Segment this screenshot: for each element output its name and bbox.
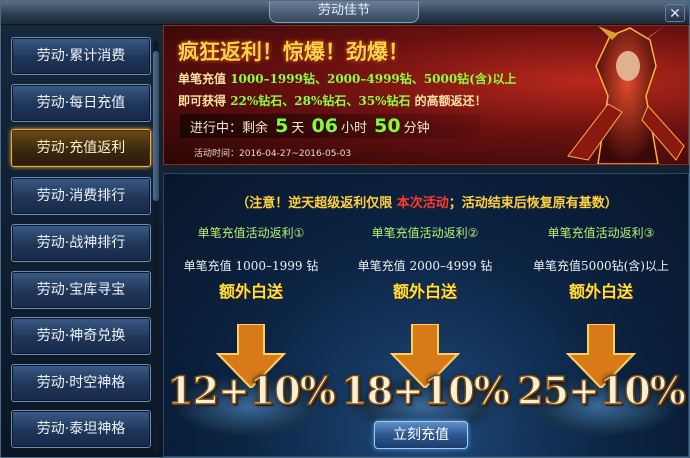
close-icon[interactable]: ✕ (665, 4, 685, 22)
countdown-hours: 06 (311, 115, 338, 137)
event-window: 劳动佳节 ✕ 劳动·累计消费 劳动·每日充值 劳动·充值返利 劳动·消费排行 劳… (0, 0, 690, 458)
tier-desc: 单笔充值 2000–4999 钻 (357, 259, 493, 273)
countdown-hours-unit: 小时 (341, 121, 368, 136)
sidebar-scroll-thumb[interactable] (153, 51, 159, 201)
tier-title: 单笔充值活动返利③ (547, 226, 655, 240)
tier-extra: 额外白送 (568, 282, 633, 301)
sidebar-scrollbar[interactable] (153, 41, 159, 453)
event-date: 活动时间：2016-04-27~2016-05-03 (194, 149, 352, 159)
tier-extra: 额外白送 (392, 282, 457, 301)
tier-2: 单笔充值活动返利② 单笔充值 2000–4999 钻 额外白送 18+10% (340, 224, 511, 436)
countdown-minutes: 50 (374, 115, 401, 137)
countdown-prefix: 进行中：剩余 (190, 121, 269, 136)
window-title: 劳动佳节 (269, 1, 419, 23)
sidebar-item-spacetime-godhood[interactable]: 劳动·时空神格 (11, 364, 151, 402)
warrior-illustration (567, 26, 685, 164)
notice-text: （注意！逆天超级返利仅限 本次活动；活动结束后恢复原有基数） (164, 192, 688, 211)
tier-bonus: 18+10% (340, 367, 510, 414)
notice-part1: （注意！逆天超级返利仅限 (236, 196, 397, 211)
recharge-now-button[interactable]: 立刻充值 (374, 421, 468, 449)
tier-desc: 单笔充值5000钻(含)以上 (533, 259, 669, 273)
tier-title: 单笔充值活动返利② (371, 226, 479, 240)
title-bar: 劳动佳节 ✕ (1, 1, 689, 25)
line1-ranges: 1000–1999钻、2000–4999钻、5000钻(含)以上 (230, 72, 517, 86)
sidebar-item-treasure-hunt[interactable]: 劳动·宝库寻宝 (11, 271, 151, 309)
tier-1: 单笔充值活动返利① 单笔充值 1000–1999 钻 额外白送 12+10% (166, 224, 337, 436)
notice-part2: ；活动结束后恢复原有基数） (448, 196, 618, 211)
banner-line-ranges: 单笔充值 1000–1999钻、2000–4999钻、5000钻(含)以上 (178, 70, 517, 87)
countdown-days-unit: 天 (291, 121, 305, 136)
sidebar-item-daily-recharge[interactable]: 劳动·每日充值 (11, 84, 151, 122)
banner-headline: 疯狂返利！惊爆！劲爆！ (178, 39, 409, 64)
rebate-panel: （注意！逆天超级返利仅限 本次活动；活动结束后恢复原有基数） 单笔充值活动返利①… (163, 173, 689, 457)
sidebar-item-recharge-rebate[interactable]: 劳动·充值返利 (11, 129, 151, 167)
tier-extra: 额外白送 (218, 282, 283, 301)
countdown-days: 5 (275, 115, 289, 137)
line1-prefix: 单笔充值 (178, 72, 231, 86)
sidebar-item-war-god-ranking[interactable]: 劳动·战神排行 (11, 224, 151, 262)
line2-rates: 22%钻石、28%钻石、35%钻石 (230, 94, 411, 108)
line2-suffix: 的高额返还！ (410, 94, 487, 108)
tier-bonus: 12+10% (166, 367, 336, 414)
banner-line-rates: 即可获得 22%钻石、28%钻石、35%钻石 的高额返还！ (178, 92, 487, 109)
notice-highlight: 本次活动 (396, 196, 449, 211)
tier-title: 单笔充值活动返利① (197, 226, 305, 240)
line2-prefix: 即可获得 (178, 94, 231, 108)
sidebar: 劳动·累计消费 劳动·每日充值 劳动·充值返利 劳动·消费排行 劳动·战神排行 … (5, 27, 161, 455)
countdown-minutes-unit: 分钟 (403, 121, 430, 136)
tier-bonus: 25+10% (516, 367, 686, 414)
sidebar-item-cumulative-spend[interactable]: 劳动·累计消费 (11, 37, 151, 75)
sidebar-item-magic-exchange[interactable]: 劳动·神奇兑换 (11, 317, 151, 355)
tier-desc: 单笔充值 1000–1999 钻 (183, 259, 319, 273)
sidebar-item-titan-godhood[interactable]: 劳动·泰坦神格 (11, 410, 151, 448)
event-banner: 疯狂返利！惊爆！劲爆！ 单笔充值 1000–1999钻、2000–4999钻、5… (163, 25, 689, 165)
tier-3: 单笔充值活动返利③ 单笔充值5000钻(含)以上 额外白送 25+10% (516, 224, 687, 436)
countdown: 进行中：剩余 5天 06 小时 50 分钟 (180, 114, 480, 138)
sidebar-item-spend-ranking[interactable]: 劳动·消费排行 (11, 177, 151, 215)
